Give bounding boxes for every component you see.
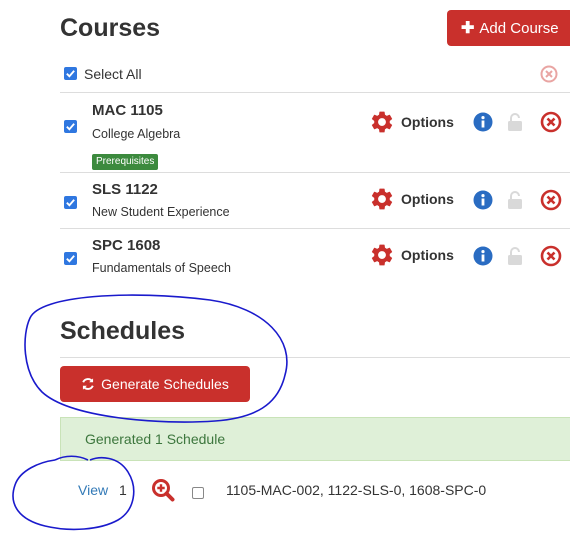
course-title: Fundamentals of Speech bbox=[92, 261, 231, 275]
schedule-sections: 1105-MAC-002, 1122-SLS-0, 1608-SPC-0 bbox=[226, 482, 487, 498]
view-schedule-link[interactable]: View bbox=[78, 482, 108, 498]
course-row: SPC 1608 Fundamentals of Speech Options bbox=[0, 229, 570, 284]
select-all-label: Select All bbox=[84, 66, 142, 82]
course-title: New Student Experience bbox=[92, 205, 230, 219]
prerequisites-badge[interactable]: Prerequisites bbox=[92, 154, 159, 170]
remove-course-icon[interactable] bbox=[540, 111, 562, 138]
generate-schedules-label: Generate Schedules bbox=[101, 376, 229, 392]
course-row: SLS 1122 New Student Experience Options bbox=[0, 173, 570, 228]
course-code: SLS 1122 bbox=[92, 181, 158, 198]
options-label: Options bbox=[401, 247, 454, 263]
lock-icon[interactable] bbox=[507, 112, 523, 137]
gear-icon bbox=[371, 111, 393, 133]
refresh-icon bbox=[82, 378, 94, 390]
courses-heading: Courses bbox=[60, 14, 161, 42]
options-button[interactable]: Options bbox=[369, 186, 454, 212]
schedule-number: 1 bbox=[119, 482, 127, 498]
add-course-label: Add Course bbox=[479, 19, 559, 37]
course-checkbox[interactable] bbox=[64, 252, 77, 265]
select-all-checkbox[interactable] bbox=[64, 67, 77, 80]
success-alert: Generated 1 Schedule bbox=[60, 417, 570, 461]
remove-all-icon[interactable] bbox=[540, 65, 558, 88]
add-course-button[interactable]: ✚ Add Course bbox=[447, 10, 570, 46]
generate-schedules-button[interactable]: Generate Schedules bbox=[60, 366, 250, 402]
gear-icon bbox=[371, 244, 393, 266]
divider bbox=[60, 357, 570, 358]
plus-icon: ✚ bbox=[461, 20, 475, 37]
course-code: MAC 1105 bbox=[92, 102, 163, 119]
info-icon[interactable] bbox=[473, 190, 493, 215]
course-checkbox[interactable] bbox=[64, 196, 77, 209]
remove-course-icon[interactable] bbox=[540, 245, 562, 272]
options-button[interactable]: Options bbox=[369, 109, 454, 135]
lock-icon[interactable] bbox=[507, 190, 523, 215]
course-title: College Algebra bbox=[92, 127, 181, 141]
lock-icon[interactable] bbox=[507, 246, 523, 271]
gear-icon bbox=[371, 188, 393, 210]
options-label: Options bbox=[401, 191, 454, 207]
options-button[interactable]: Options bbox=[369, 242, 454, 268]
course-row: MAC 1105 College Algebra Prerequisites O… bbox=[0, 93, 570, 172]
info-icon[interactable] bbox=[473, 112, 493, 137]
info-icon[interactable] bbox=[473, 246, 493, 271]
schedules-heading: Schedules bbox=[60, 317, 186, 345]
course-code: SPC 1608 bbox=[92, 237, 161, 254]
schedule-checkbox[interactable] bbox=[192, 487, 204, 499]
zoom-in-icon[interactable] bbox=[151, 478, 175, 507]
course-checkbox[interactable] bbox=[64, 120, 77, 133]
remove-course-icon[interactable] bbox=[540, 189, 562, 216]
alert-text: Generated 1 Schedule bbox=[85, 431, 226, 447]
options-label: Options bbox=[401, 114, 454, 130]
